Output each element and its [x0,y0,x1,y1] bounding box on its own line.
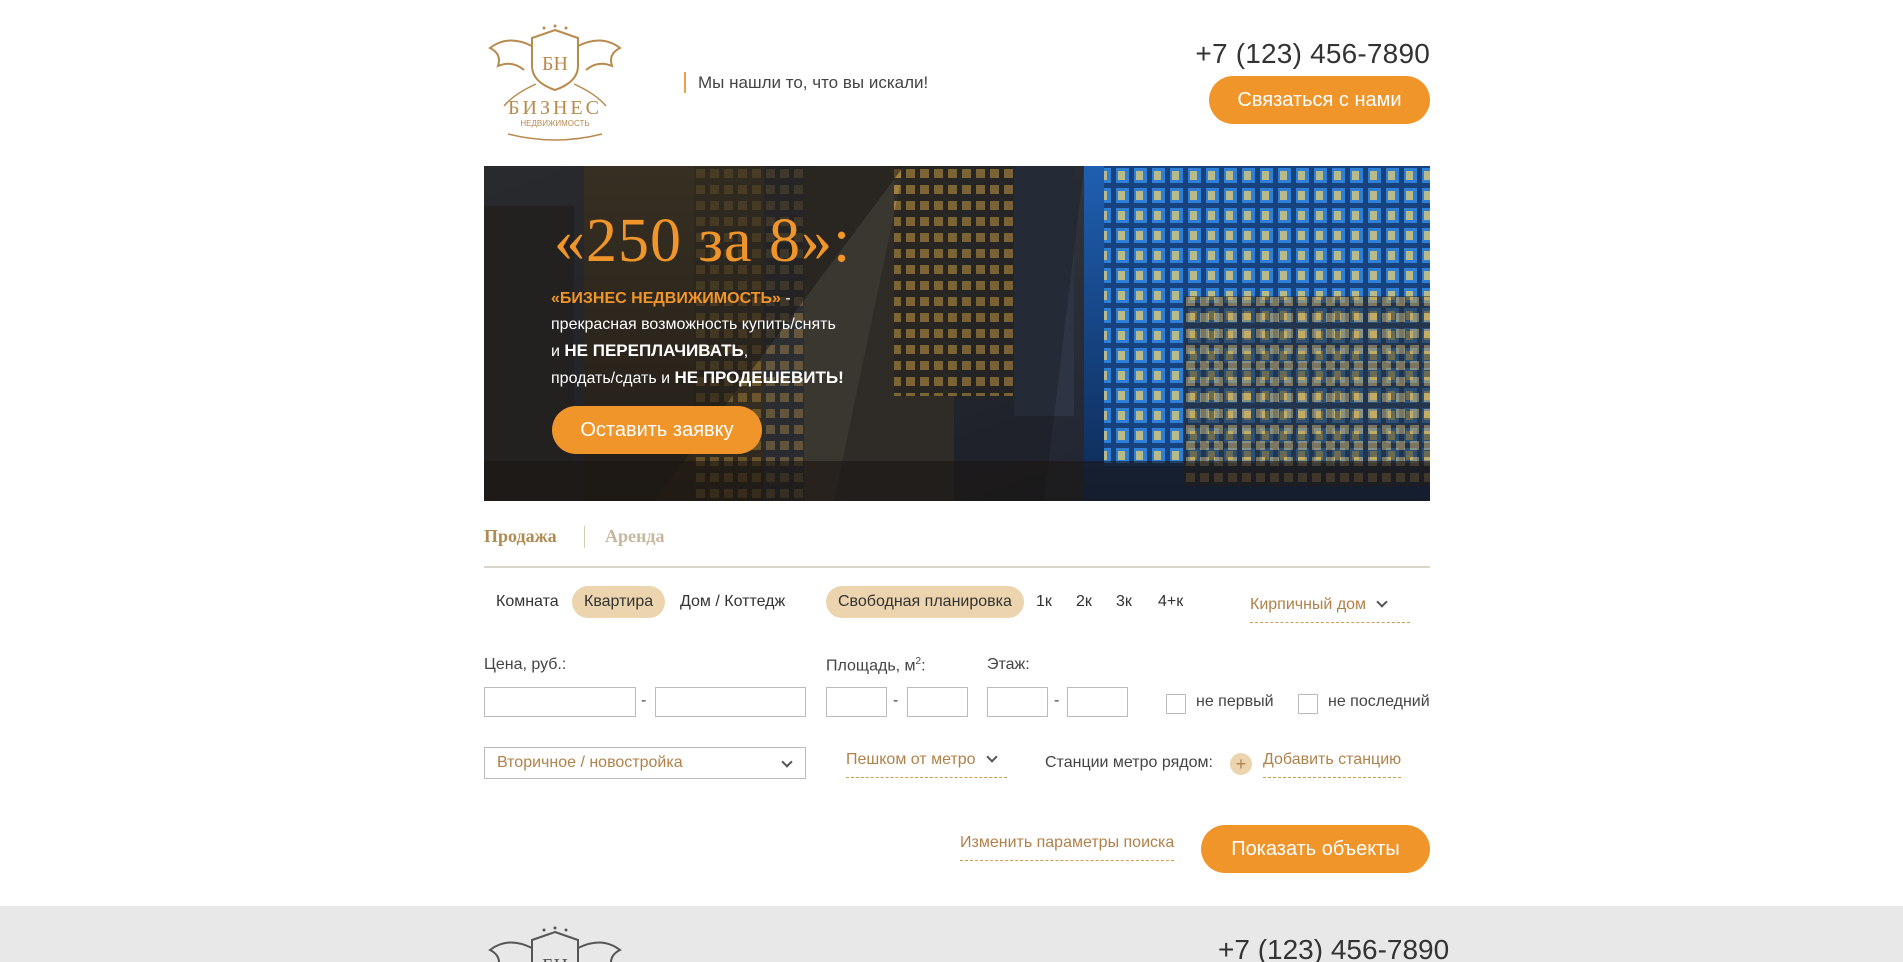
floor-label: Этаж: [987,656,1030,673]
tab-rent[interactable]: Аренда [605,526,664,547]
market-type-value: Вторичное / новостройка [497,754,683,771]
submit-request-button[interactable]: Оставить заявку [552,406,762,454]
banner-line3-bold: НЕ ПЕРЕПЛАЧИВАТЬ [564,341,744,360]
type-room-pill[interactable]: Комната [484,586,571,618]
logo-crest-icon: БН [488,926,622,962]
banner-description: «БИЗНЕС НЕДВИЖИМОСТЬ» - прекрасная возмо… [551,286,844,392]
price-dash: - [641,692,647,709]
not-first-checkbox[interactable] [1166,694,1186,714]
footer-logo[interactable]: БН [484,926,626,962]
area-label: Площадь, м2: [826,656,926,675]
rooms-4plus-pill[interactable]: 4+к [1146,586,1195,618]
header-phone[interactable]: +7 (123) 456-7890 [1195,38,1430,70]
show-objects-button[interactable]: Показать объекты [1201,825,1430,873]
floor-dash: - [1054,692,1060,709]
price-label: Цена, руб.: [484,656,567,673]
banner-brand-text: «БИЗНЕС НЕДВИЖИМОСТЬ» [551,290,781,307]
price-to-input[interactable] [655,687,806,717]
header: БН БИЗНЕС НЕДВИЖИМОСТЬ Мы нашли то, что … [484,0,1430,150]
banner-line4-bold: НЕ ПРОДЕШЕВИТЬ! [674,368,844,387]
free-layout-pill[interactable]: Свободная планировка [826,586,1024,618]
logo-crest-icon: БН БИЗНЕС НЕДВИЖИМОСТЬ [488,24,622,141]
logo-subtitle: НЕДВИЖИМОСТЬ [520,119,589,128]
footer: БН +7 (123) 456-7890 [0,906,1903,962]
chevron-down-icon [1376,596,1388,608]
floor-to-input[interactable] [1067,687,1128,717]
price-from-input[interactable] [484,687,636,717]
banner-line2: прекрасная возможность купить/снять [551,316,836,333]
change-search-params-link[interactable]: Изменить параметры поиска [960,834,1175,861]
not-last-checkbox[interactable] [1298,694,1318,714]
rooms-2-pill[interactable]: 2к [1064,586,1104,618]
walk-from-metro-value: Пешком от метро [846,751,976,768]
area-label-colon: : [921,657,926,675]
logo-initials: БН [542,53,568,75]
banner-line3-pre: и [551,343,565,360]
area-to-input[interactable] [907,687,968,717]
type-house-pill[interactable]: Дом / Коттедж [668,586,797,618]
add-station-link[interactable]: Добавить станцию [1263,751,1402,778]
chevron-down-icon [985,751,998,763]
banner-title: «250 за 8»: [554,207,852,275]
rooms-1-pill[interactable]: 1к [1024,586,1064,618]
metro-nearby-label: Станции метро рядом: [1045,754,1213,771]
logo-title: БИЗНЕС [508,97,602,119]
building-type-select[interactable]: Кирпичный дом [1250,596,1410,623]
deal-type-tabs: Продажа Аренда [484,522,1430,568]
area-dash: - [893,692,899,709]
promo-banner: «250 за 8»: «БИЗНЕС НЕДВИЖИМОСТЬ» - прек… [484,166,1430,501]
company-logo[interactable]: БН БИЗНЕС НЕДВИЖИМОСТЬ [484,24,626,142]
area-label-text: Площадь, м [826,657,916,675]
market-type-select[interactable]: Вторичное / новостройка [484,747,806,779]
not-last-label: не последний [1328,693,1430,710]
tab-divider [584,526,585,548]
contact-us-button[interactable]: Связаться с нами [1209,76,1430,124]
footer-phone[interactable]: +7 (123) 456-7890 [1218,934,1449,962]
tab-sale[interactable]: Продажа [484,526,557,547]
building-type-value: Кирпичный дом [1250,596,1367,613]
area-from-input[interactable] [826,687,887,717]
not-first-label: не первый [1196,693,1274,710]
type-apartment-pill[interactable]: Квартира [572,586,666,618]
banner-line3-post: , [743,343,749,360]
banner-line4-pre: продать/сдать и [551,370,675,387]
tagline: Мы нашли то, что вы искали! [684,72,928,93]
plus-icon[interactable]: + [1230,753,1252,775]
floor-from-input[interactable] [987,687,1048,717]
walk-from-metro-select[interactable]: Пешком от метро [846,751,1007,778]
chevron-down-icon [781,756,793,768]
banner-line1-rest: - [780,290,791,307]
footer-logo-initials: БН [542,955,568,962]
rooms-3-pill[interactable]: 3к [1104,586,1144,618]
